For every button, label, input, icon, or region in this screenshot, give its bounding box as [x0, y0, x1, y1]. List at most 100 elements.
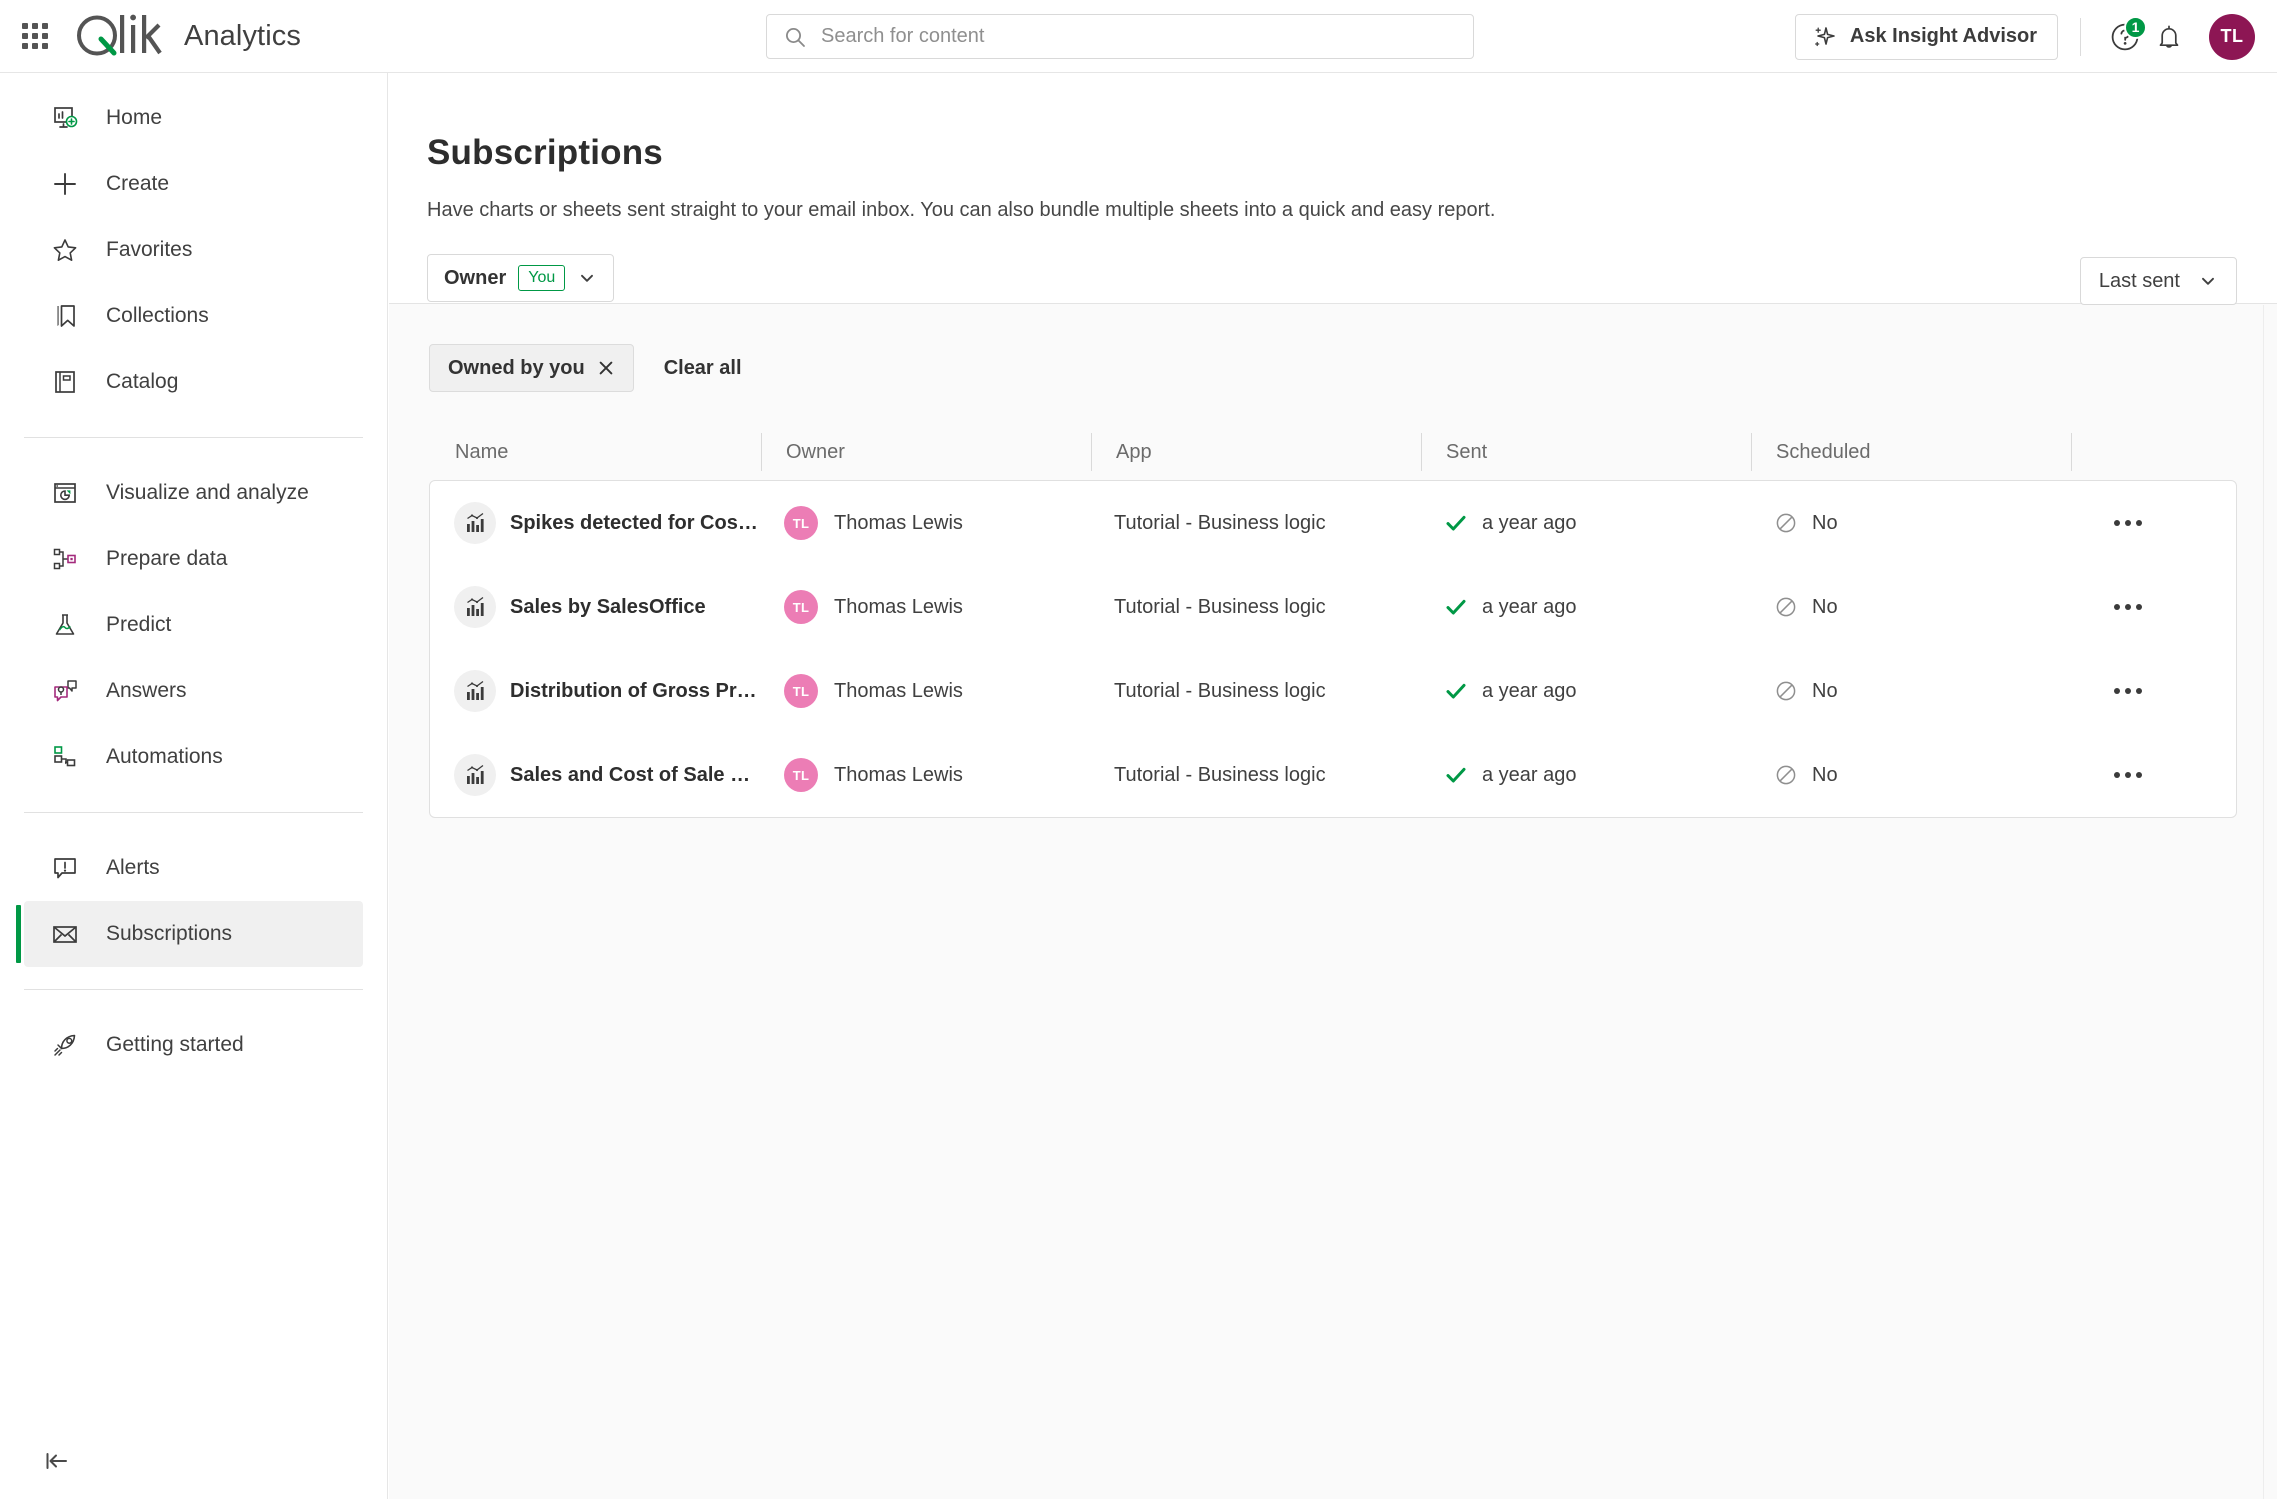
sidebar-item-alerts[interactable]: Alerts — [24, 835, 363, 901]
app-name: Tutorial - Business logic — [1114, 763, 1326, 786]
owner-name: Thomas Lewis — [834, 679, 963, 702]
cell-scheduled: No — [1750, 763, 2070, 787]
sidebar-item-home[interactable]: Home — [24, 85, 363, 151]
sidebar-group-notifications: Alerts Subscriptions — [0, 823, 387, 979]
sidebar-item-label: Predict — [106, 613, 172, 636]
clear-all-button[interactable]: Clear all — [664, 357, 742, 380]
sidebar-item-subscriptions[interactable]: Subscriptions — [16, 901, 363, 967]
ask-insight-advisor-button[interactable]: Ask Insight Advisor — [1794, 13, 2058, 60]
cell-name: Sales and Cost of Sale … — [430, 754, 760, 796]
sidebar-item-label: Visualize and analyze — [106, 481, 309, 504]
chevron-down-icon — [581, 274, 594, 282]
table-row[interactable]: Sales by SalesOffice TL Thomas Lewis Tut… — [430, 565, 2236, 649]
column-header-sent[interactable]: Sent — [1421, 433, 1751, 471]
chart-icon — [454, 586, 496, 628]
search-box[interactable] — [766, 14, 1474, 59]
page-title: Subscriptions — [427, 133, 663, 172]
vertical-scrollbar[interactable] — [2263, 305, 2277, 1499]
help-button[interactable]: 1 — [2103, 15, 2147, 59]
owner-name: Thomas Lewis — [834, 595, 963, 618]
cell-sent: a year ago — [1420, 763, 1750, 787]
brand[interactable]: Analytics — [74, 12, 301, 60]
page-header: Subscriptions Have charts or sheets sent… — [389, 73, 2277, 305]
app-switcher-icon[interactable] — [20, 21, 50, 51]
content-area: Owned by you Clear all Name Owner App Se… — [389, 304, 2277, 1499]
cell-app: Tutorial - Business logic — [1090, 596, 1420, 619]
sidebar-item-label: Catalog — [106, 370, 179, 393]
waffle-dot — [32, 23, 38, 29]
sent-text: a year ago — [1482, 511, 1577, 534]
owner-filter-dropdown[interactable]: Owner You — [427, 254, 615, 302]
column-header-app[interactable]: App — [1091, 433, 1421, 471]
waffle-dot — [42, 43, 48, 49]
cell-scheduled: No — [1750, 679, 2070, 703]
row-actions-menu-icon[interactable] — [2104, 751, 2152, 799]
chart-icon — [454, 502, 496, 544]
table-header-row: Name Owner App Sent Scheduled — [429, 424, 2237, 480]
top-bar: Analytics Ask Insight Advisor — [0, 0, 2277, 73]
subscription-name: Distribution of Gross Pr… — [510, 679, 757, 702]
filter-row: Owner You — [427, 254, 2237, 302]
star-icon — [48, 233, 82, 267]
sidebar-item-getting-started[interactable]: Getting started — [24, 1012, 363, 1078]
table-row[interactable]: Distribution of Gross Pr… TL Thomas Lewi… — [430, 649, 2236, 733]
kebab-dot — [2136, 688, 2142, 694]
sidebar-item-answers[interactable]: Answers — [24, 658, 363, 724]
sidebar-divider — [24, 989, 363, 990]
table-row[interactable]: Spikes detected for Cos… TL Thomas Lewis… — [430, 481, 2236, 565]
cell-sent: a year ago — [1420, 511, 1750, 535]
kebab-dot — [2136, 604, 2142, 610]
flask-icon — [48, 608, 82, 642]
sidebar-item-catalog[interactable]: Catalog — [24, 349, 363, 415]
user-avatar[interactable]: TL — [2209, 13, 2255, 60]
sidebar-item-automations[interactable]: Automations — [24, 724, 363, 790]
no-entry-icon — [1774, 679, 1798, 703]
search-icon — [786, 27, 805, 47]
subscription-name: Spikes detected for Cos… — [510, 511, 758, 534]
cell-owner: TL Thomas Lewis — [760, 506, 1090, 540]
column-header-owner[interactable]: Owner — [761, 433, 1091, 471]
sidebar-divider — [24, 437, 363, 438]
notifications-button[interactable] — [2147, 15, 2191, 59]
waffle-dot — [32, 43, 38, 49]
table-row[interactable]: Sales and Cost of Sale … TL Thomas Lewis… — [430, 733, 2236, 817]
chart-window-icon — [48, 476, 82, 510]
sidebar-item-label: Home — [106, 106, 163, 129]
sidebar-item-visualize-and-analyze[interactable]: Visualize and analyze — [24, 460, 363, 526]
scheduled-text: No — [1812, 763, 1838, 786]
plus-icon — [48, 167, 82, 201]
table-body-card: Spikes detected for Cos… TL Thomas Lewis… — [429, 480, 2237, 818]
owner-filter-label: Owner — [444, 266, 507, 289]
kebab-dot — [2114, 604, 2120, 610]
sidebar-item-label: Alerts — [106, 856, 160, 879]
column-header-actions — [2071, 433, 2231, 471]
close-icon[interactable] — [597, 359, 615, 377]
sent-text: a year ago — [1482, 679, 1577, 702]
sort-label: Last sent — [2098, 269, 2180, 292]
chat-bubbles-icon — [48, 674, 82, 708]
sidebar-item-collections[interactable]: Collections — [24, 283, 363, 349]
cell-owner: TL Thomas Lewis — [760, 674, 1090, 708]
collapse-sidebar-button[interactable] — [34, 1439, 78, 1483]
sort-dropdown[interactable]: Last sent — [2079, 257, 2237, 305]
waffle-dot — [42, 33, 48, 39]
sidebar-item-create[interactable]: Create — [24, 151, 363, 217]
column-header-name[interactable]: Name — [431, 433, 761, 471]
cell-name: Spikes detected for Cos… — [430, 502, 760, 544]
cell-actions — [2070, 499, 2230, 547]
column-header-scheduled[interactable]: Scheduled — [1751, 433, 2071, 471]
sidebar-item-prepare-data[interactable]: Prepare data — [24, 526, 363, 592]
scheduled-text: No — [1812, 511, 1838, 534]
cell-owner: TL Thomas Lewis — [760, 590, 1090, 624]
no-entry-icon — [1774, 763, 1798, 787]
row-actions-menu-icon[interactable] — [2104, 583, 2152, 631]
row-actions-menu-icon[interactable] — [2104, 667, 2152, 715]
waffle-dot — [22, 23, 28, 29]
filter-chip-owned-by-you[interactable]: Owned by you — [429, 344, 634, 392]
sidebar-item-favorites[interactable]: Favorites — [24, 217, 363, 283]
check-icon — [1444, 511, 1468, 535]
search-input[interactable] — [821, 25, 1421, 48]
owner-name: Thomas Lewis — [834, 511, 963, 534]
sidebar-item-predict[interactable]: Predict — [24, 592, 363, 658]
row-actions-menu-icon[interactable] — [2104, 499, 2152, 547]
